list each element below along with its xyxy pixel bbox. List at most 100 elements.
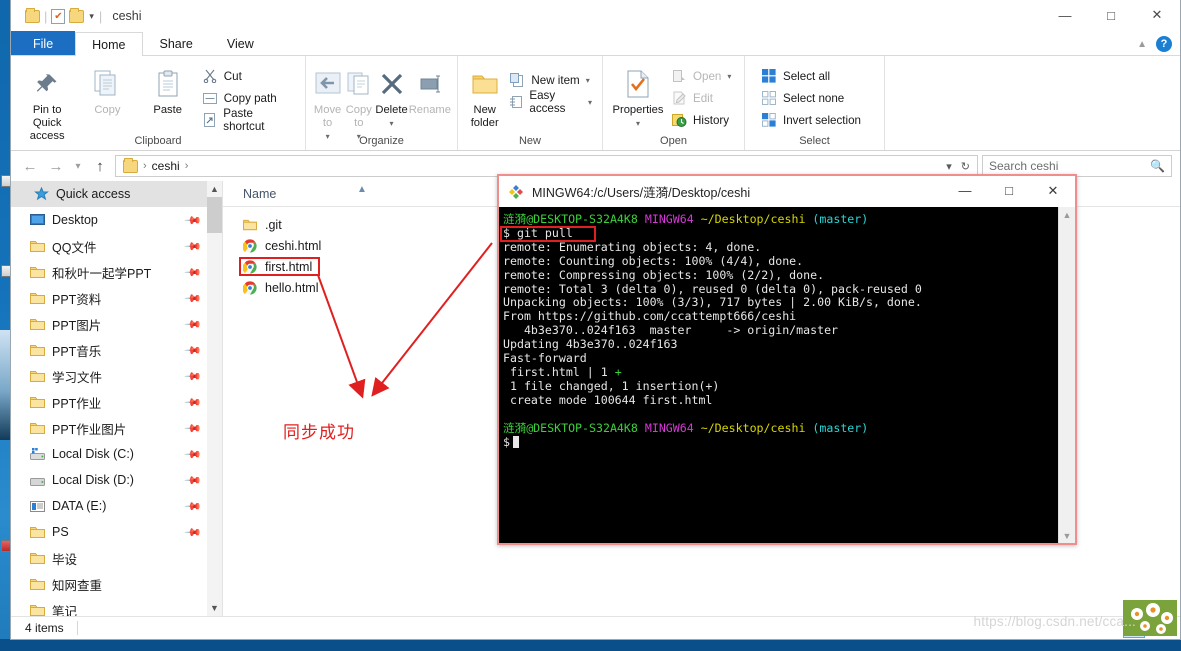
open-button[interactable]: Open ▾ xyxy=(667,65,735,87)
minimize-button[interactable]: — xyxy=(1042,0,1088,30)
scrollbar-thumb[interactable] xyxy=(207,197,222,233)
help-question-icon[interactable]: ? xyxy=(1156,36,1172,52)
desktop-icon xyxy=(29,212,45,228)
new-folder-button[interactable]: New folder xyxy=(464,60,505,130)
new-item-button[interactable]: New item ▾ xyxy=(505,69,596,91)
sidebar-item-[interactable]: 笔记 xyxy=(11,597,222,616)
terminal-close-button[interactable]: ✕ xyxy=(1031,176,1075,205)
scroll-up-icon[interactable]: ▲ xyxy=(207,181,222,197)
up-button[interactable]: ↑ xyxy=(89,155,111,177)
caret-down-icon[interactable]: ▾ xyxy=(588,98,592,107)
pin-icon[interactable]: 📌 xyxy=(184,393,203,411)
terminal-minimize-button[interactable]: — xyxy=(943,176,987,205)
refresh-icon[interactable]: ↻ xyxy=(961,160,970,173)
properties-button[interactable]: Properties ▾ xyxy=(609,60,667,130)
scroll-down-icon[interactable]: ▼ xyxy=(207,600,222,616)
sidebar-item-[interactable]: 学习文件 📌 xyxy=(11,363,222,389)
easy-access-button[interactable]: Easy access ▾ xyxy=(505,89,596,115)
tab-home[interactable]: Home xyxy=(75,32,143,56)
tab-view[interactable]: View xyxy=(210,31,271,55)
pin-icon[interactable]: 📌 xyxy=(184,289,203,307)
terminal-scrollbar[interactable]: ▲ ▼ xyxy=(1058,207,1075,543)
dropdown-arrow-icon[interactable]: ▾ xyxy=(88,11,95,22)
history-button[interactable]: History xyxy=(667,109,735,131)
taskbar[interactable] xyxy=(0,639,1181,651)
recent-locations-button[interactable]: ▾ xyxy=(71,155,85,177)
pin-icon[interactable]: 📌 xyxy=(184,237,203,255)
pin-to-quick-access-button[interactable]: Pin to Quick access xyxy=(17,60,77,143)
breadcrumb-separator[interactable]: › xyxy=(185,160,189,172)
sidebar-item-desktop[interactable]: Desktop 📌 xyxy=(11,207,222,233)
sidebar-item-data-e[interactable]: DATA (E:) 📌 xyxy=(11,493,222,519)
paste-button[interactable]: Paste xyxy=(138,60,198,117)
sidebar-item-[interactable]: 知网查重 xyxy=(11,571,222,597)
terminal-output[interactable]: 涟漪@DESKTOP-S32A4K8 MINGW64 ~/Desktop/ces… xyxy=(499,207,1058,543)
tab-share[interactable]: Share xyxy=(143,31,210,55)
sidebar-item-ppt[interactable]: PPT作业 📌 xyxy=(11,389,222,415)
search-icon[interactable]: 🔍 xyxy=(1150,159,1165,173)
select-all-button[interactable]: Select all xyxy=(757,65,865,87)
terminal-maximize-button[interactable]: □ xyxy=(987,176,1031,205)
copy-path-button[interactable]: Copy path xyxy=(198,87,299,109)
sidebar-item-[interactable]: 毕设 xyxy=(11,545,222,571)
pin-icon[interactable]: 📌 xyxy=(184,445,203,463)
quick-access-toolbar[interactable]: | ▾ | xyxy=(11,7,102,24)
forward-button[interactable]: → xyxy=(45,155,67,177)
navigation-scrollbar[interactable]: ▲ ▼ xyxy=(207,181,222,616)
item-count: 4 items xyxy=(25,621,64,635)
column-header-name[interactable]: Name xyxy=(223,187,276,201)
move-to-button[interactable]: Move to ▾ xyxy=(312,60,343,143)
pin-icon[interactable]: 📌 xyxy=(184,263,203,281)
sidebar-item-quick-access[interactable]: Quick access xyxy=(11,181,222,207)
invert-selection-button[interactable]: Invert selection xyxy=(757,109,865,131)
copy-button[interactable]: Copy xyxy=(77,60,137,117)
edit-button[interactable]: Edit xyxy=(667,87,735,109)
sidebar-item-qq[interactable]: QQ文件 📌 xyxy=(11,233,222,259)
pin-icon xyxy=(34,64,60,104)
pin-icon[interactable]: 📌 xyxy=(184,367,203,385)
caret-down-icon[interactable]: ▾ xyxy=(586,76,590,85)
close-button[interactable]: ✕ xyxy=(1134,0,1180,30)
delete-button[interactable]: Delete ▾ xyxy=(374,60,408,130)
tab-file[interactable]: File xyxy=(11,31,76,55)
folder-icon xyxy=(29,394,45,410)
cut-button[interactable]: Cut xyxy=(198,65,299,87)
sidebar-item-local-disk-c[interactable]: Local Disk (C:) 📌 xyxy=(11,441,222,467)
pin-icon[interactable]: 📌 xyxy=(184,419,203,437)
folder-icon[interactable] xyxy=(69,7,85,23)
scroll-down-icon[interactable]: ▼ xyxy=(1059,528,1075,543)
caret-down-icon[interactable]: ▾ xyxy=(727,72,731,81)
pin-icon[interactable]: 📌 xyxy=(184,211,203,229)
folder-icon[interactable] xyxy=(25,7,40,23)
sidebar-item-ps[interactable]: PS 📌 xyxy=(11,519,222,545)
sidebar-item-ppt[interactable]: PPT作业图片 📌 xyxy=(11,415,222,441)
copy-to-button[interactable]: Copy to ▾ xyxy=(343,60,374,143)
pin-icon[interactable]: 📌 xyxy=(184,471,203,489)
pin-icon[interactable]: 📌 xyxy=(184,341,203,359)
caret-down-icon[interactable]: ▾ xyxy=(390,117,394,130)
pin-icon[interactable]: 📌 xyxy=(184,315,203,333)
paste-shortcut-button[interactable]: Paste shortcut xyxy=(198,107,299,133)
select-all-icon xyxy=(761,68,777,84)
breadcrumb-ceshi[interactable]: ceshi xyxy=(152,159,180,173)
back-button[interactable]: ← xyxy=(19,155,41,177)
rename-button[interactable]: Rename xyxy=(409,60,451,117)
ribbon-tab-right-controls: ▲ ? xyxy=(1137,36,1172,52)
select-small-commands: Select all Select none Invert selection xyxy=(751,60,865,131)
sidebar-item-local-disk-d[interactable]: Local Disk (D:) 📌 xyxy=(11,467,222,493)
select-none-icon xyxy=(761,90,777,106)
caret-down-icon[interactable]: ▾ xyxy=(636,117,640,130)
select-none-button[interactable]: Select none xyxy=(757,87,865,109)
maximize-button[interactable]: □ xyxy=(1088,0,1134,30)
chevron-down-icon[interactable]: ▾ xyxy=(946,160,952,173)
pin-icon[interactable]: 📌 xyxy=(184,497,203,515)
new-small-commands: New item ▾ Easy access ▾ xyxy=(505,60,596,115)
pin-icon[interactable]: 📌 xyxy=(184,523,203,541)
scroll-up-icon[interactable]: ▲ xyxy=(1059,207,1075,222)
sidebar-item-ppt[interactable]: PPT音乐 📌 xyxy=(11,337,222,363)
chevron-up-icon[interactable]: ▲ xyxy=(1137,39,1147,50)
properties-check-icon[interactable] xyxy=(51,8,66,24)
sidebar-item-ppt[interactable]: PPT资料 📌 xyxy=(11,285,222,311)
sidebar-item-ppt[interactable]: PPT图片 📌 xyxy=(11,311,222,337)
sidebar-item-ppt[interactable]: 和秋叶一起学PPT 📌 xyxy=(11,259,222,285)
